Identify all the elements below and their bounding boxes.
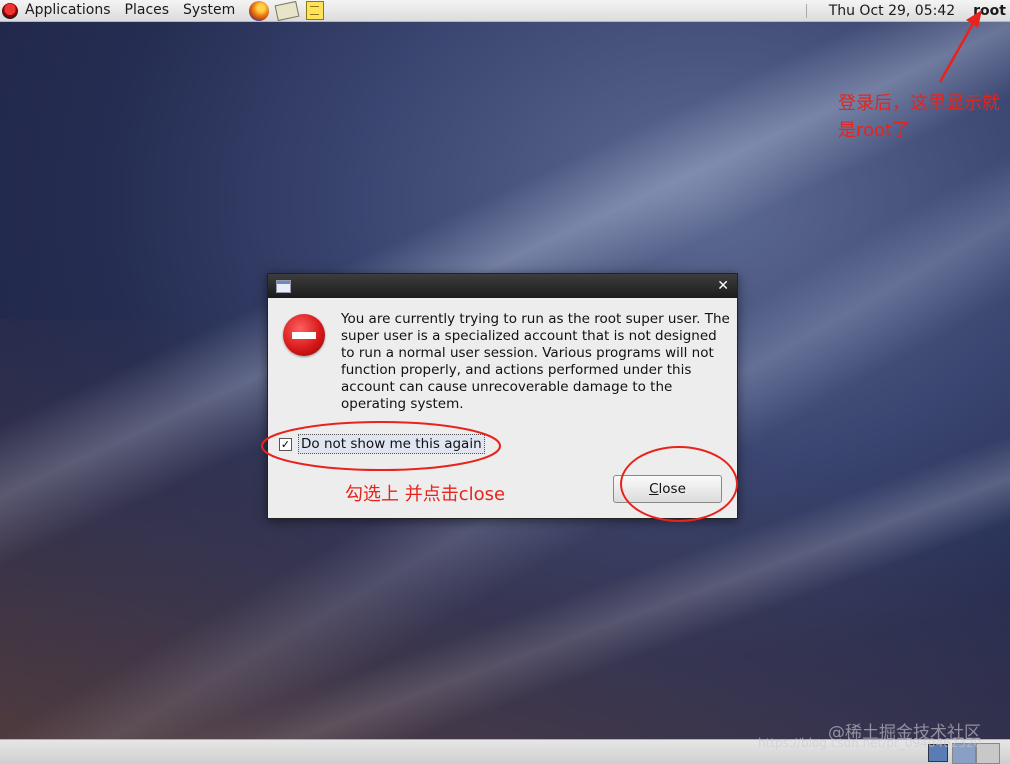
annotation-arrow xyxy=(938,19,977,83)
checkbox-highlight-ellipse xyxy=(261,421,501,471)
watermark-url: https://blog.csdn.net/pr_0940462320 xyxy=(758,736,982,750)
annotation-dialog-note: 勾选上 并点击close xyxy=(345,484,506,505)
annotation-arrowhead xyxy=(966,10,982,28)
annotation-top-note: 登录后，这里显示就是root了 xyxy=(838,93,1000,141)
close-highlight-ellipse xyxy=(620,446,738,522)
